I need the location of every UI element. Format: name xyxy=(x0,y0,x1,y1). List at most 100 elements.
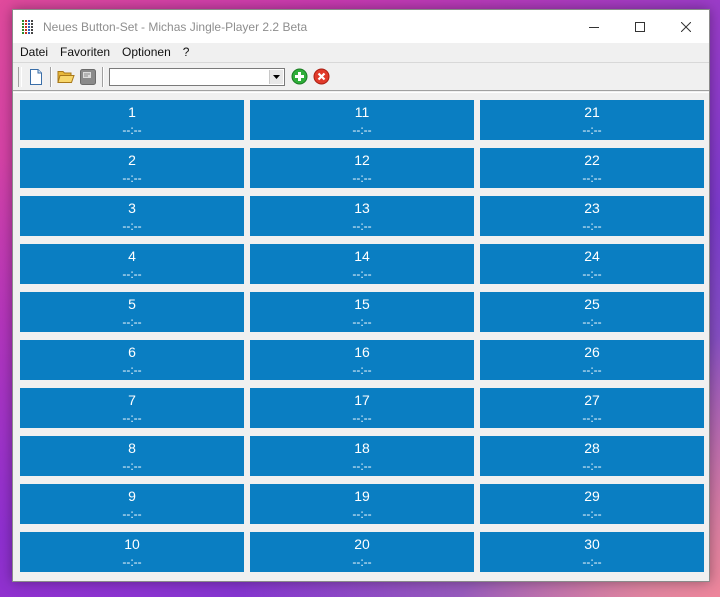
jingle-button-number: 14 xyxy=(354,248,370,264)
jingle-button-number: 16 xyxy=(354,344,370,360)
jingle-button-number: 18 xyxy=(354,440,370,456)
jingle-button-number: 30 xyxy=(584,536,600,552)
jingle-button[interactable]: 18 --:-- xyxy=(250,436,474,476)
jingle-button[interactable]: 27 --:-- xyxy=(480,388,704,428)
jingle-button[interactable]: 9 --:-- xyxy=(20,484,244,524)
app-icon xyxy=(22,19,34,34)
jingle-button[interactable]: 3 --:-- xyxy=(20,196,244,236)
jingle-button[interactable]: 15 --:-- xyxy=(250,292,474,332)
jingle-button-number: 17 xyxy=(354,392,370,408)
add-icon xyxy=(291,68,307,85)
new-button[interactable] xyxy=(25,66,47,88)
menu-datei[interactable]: Datei xyxy=(14,43,54,62)
new-file-icon xyxy=(30,68,42,85)
jingle-button-duration: --:-- xyxy=(352,411,372,425)
jingle-button[interactable]: 2 --:-- xyxy=(20,148,244,188)
jingle-button-duration: --:-- xyxy=(582,411,602,425)
jingle-button[interactable]: 14 --:-- xyxy=(250,244,474,284)
jingle-button-number: 13 xyxy=(354,200,370,216)
menu-optionen[interactable]: Optionen xyxy=(116,43,177,62)
jingle-button-number: 8 xyxy=(128,440,136,456)
maximize-button[interactable] xyxy=(617,10,663,43)
jingle-button-number: 27 xyxy=(584,392,600,408)
jingle-button[interactable]: 29 --:-- xyxy=(480,484,704,524)
menu-help[interactable]: ? xyxy=(177,43,196,62)
jingle-button-duration: --:-- xyxy=(122,171,142,185)
jingle-button[interactable]: 19 --:-- xyxy=(250,484,474,524)
jingle-button-number: 21 xyxy=(584,104,600,120)
jingle-button-number: 5 xyxy=(128,296,136,312)
jingle-button[interactable]: 8 --:-- xyxy=(20,436,244,476)
window-controls xyxy=(571,10,709,43)
title-bar[interactable]: Neues Button-Set - Michas Jingle-Player … xyxy=(13,10,709,43)
jingle-button-number: 23 xyxy=(584,200,600,216)
toolbar-separator xyxy=(50,66,52,87)
chevron-down-icon xyxy=(273,74,280,79)
jingle-button-number: 3 xyxy=(128,200,136,216)
jingle-button[interactable]: 23 --:-- xyxy=(480,196,704,236)
jingle-button[interactable]: 4 --:-- xyxy=(20,244,244,284)
jingle-button-number: 22 xyxy=(584,152,600,168)
jingle-button[interactable]: 16 --:-- xyxy=(250,340,474,380)
jingle-button[interactable]: 12 --:-- xyxy=(250,148,474,188)
jingle-button-duration: --:-- xyxy=(352,459,372,473)
toolbar-grip[interactable] xyxy=(18,66,22,87)
minimize-button[interactable] xyxy=(571,10,617,43)
menu-favoriten[interactable]: Favoriten xyxy=(54,43,116,62)
jingle-button[interactable]: 5 --:-- xyxy=(20,292,244,332)
save-button[interactable] xyxy=(77,66,99,88)
jingle-button-panel: 1 --:-- 2 --:-- 3 --:-- 4 --:-- 5 --:-- 6 --:-- 7 --:… xyxy=(13,92,709,581)
jingle-button-number: 9 xyxy=(128,488,136,504)
jingle-button[interactable]: 21 --:-- xyxy=(480,100,704,140)
jingle-button-duration: --:-- xyxy=(582,507,602,521)
buttonset-combobox[interactable] xyxy=(109,67,285,86)
jingle-button[interactable]: 20 --:-- xyxy=(250,532,474,572)
jingle-button[interactable]: 22 --:-- xyxy=(480,148,704,188)
toolbar-separator xyxy=(102,66,104,87)
jingle-button-duration: --:-- xyxy=(582,123,602,137)
jingle-button-duration: --:-- xyxy=(352,363,372,377)
close-button[interactable] xyxy=(663,10,709,43)
jingle-button-number: 12 xyxy=(354,152,370,168)
window-title: Neues Button-Set - Michas Jingle-Player … xyxy=(43,19,308,34)
remove-icon xyxy=(313,68,329,85)
jingle-button[interactable]: 1 --:-- xyxy=(20,100,244,140)
jingle-button[interactable]: 25 --:-- xyxy=(480,292,704,332)
jingle-button[interactable]: 11 --:-- xyxy=(250,100,474,140)
jingle-button-duration: --:-- xyxy=(122,555,142,569)
add-button[interactable] xyxy=(288,66,310,88)
jingle-button[interactable]: 10 --:-- xyxy=(20,532,244,572)
jingle-button-number: 7 xyxy=(128,392,136,408)
jingle-button[interactable]: 30 --:-- xyxy=(480,532,704,572)
jingle-button-duration: --:-- xyxy=(582,219,602,233)
jingle-button[interactable]: 24 --:-- xyxy=(480,244,704,284)
jingle-button-duration: --:-- xyxy=(352,507,372,521)
jingle-button[interactable]: 13 --:-- xyxy=(250,196,474,236)
jingle-button-number: 25 xyxy=(584,296,600,312)
jingle-button-duration: --:-- xyxy=(352,315,372,329)
jingle-button-duration: --:-- xyxy=(582,171,602,185)
jingle-button-number: 1 xyxy=(128,104,136,120)
jingle-button-number: 2 xyxy=(128,152,136,168)
jingle-button[interactable]: 26 --:-- xyxy=(480,340,704,380)
jingle-button[interactable]: 17 --:-- xyxy=(250,388,474,428)
minimize-icon xyxy=(589,26,599,28)
jingle-button-number: 28 xyxy=(584,440,600,456)
jingle-button-number: 29 xyxy=(584,488,600,504)
app-window: Neues Button-Set - Michas Jingle-Player … xyxy=(12,9,710,582)
combobox-dropdown-button[interactable] xyxy=(269,69,283,84)
jingle-button-duration: --:-- xyxy=(352,219,372,233)
jingle-button-number: 19 xyxy=(354,488,370,504)
open-folder-icon xyxy=(57,71,75,83)
jingle-button[interactable]: 28 --:-- xyxy=(480,436,704,476)
jingle-button[interactable]: 7 --:-- xyxy=(20,388,244,428)
jingle-button-duration: --:-- xyxy=(122,459,142,473)
jingle-button[interactable]: 6 --:-- xyxy=(20,340,244,380)
open-button[interactable] xyxy=(55,66,77,88)
jingle-button-number: 24 xyxy=(584,248,600,264)
jingle-button-duration: --:-- xyxy=(352,123,372,137)
jingle-button-number: 6 xyxy=(128,344,136,360)
remove-button[interactable] xyxy=(310,66,332,88)
jingle-button-number: 10 xyxy=(124,536,140,552)
jingle-button-duration: --:-- xyxy=(582,267,602,281)
